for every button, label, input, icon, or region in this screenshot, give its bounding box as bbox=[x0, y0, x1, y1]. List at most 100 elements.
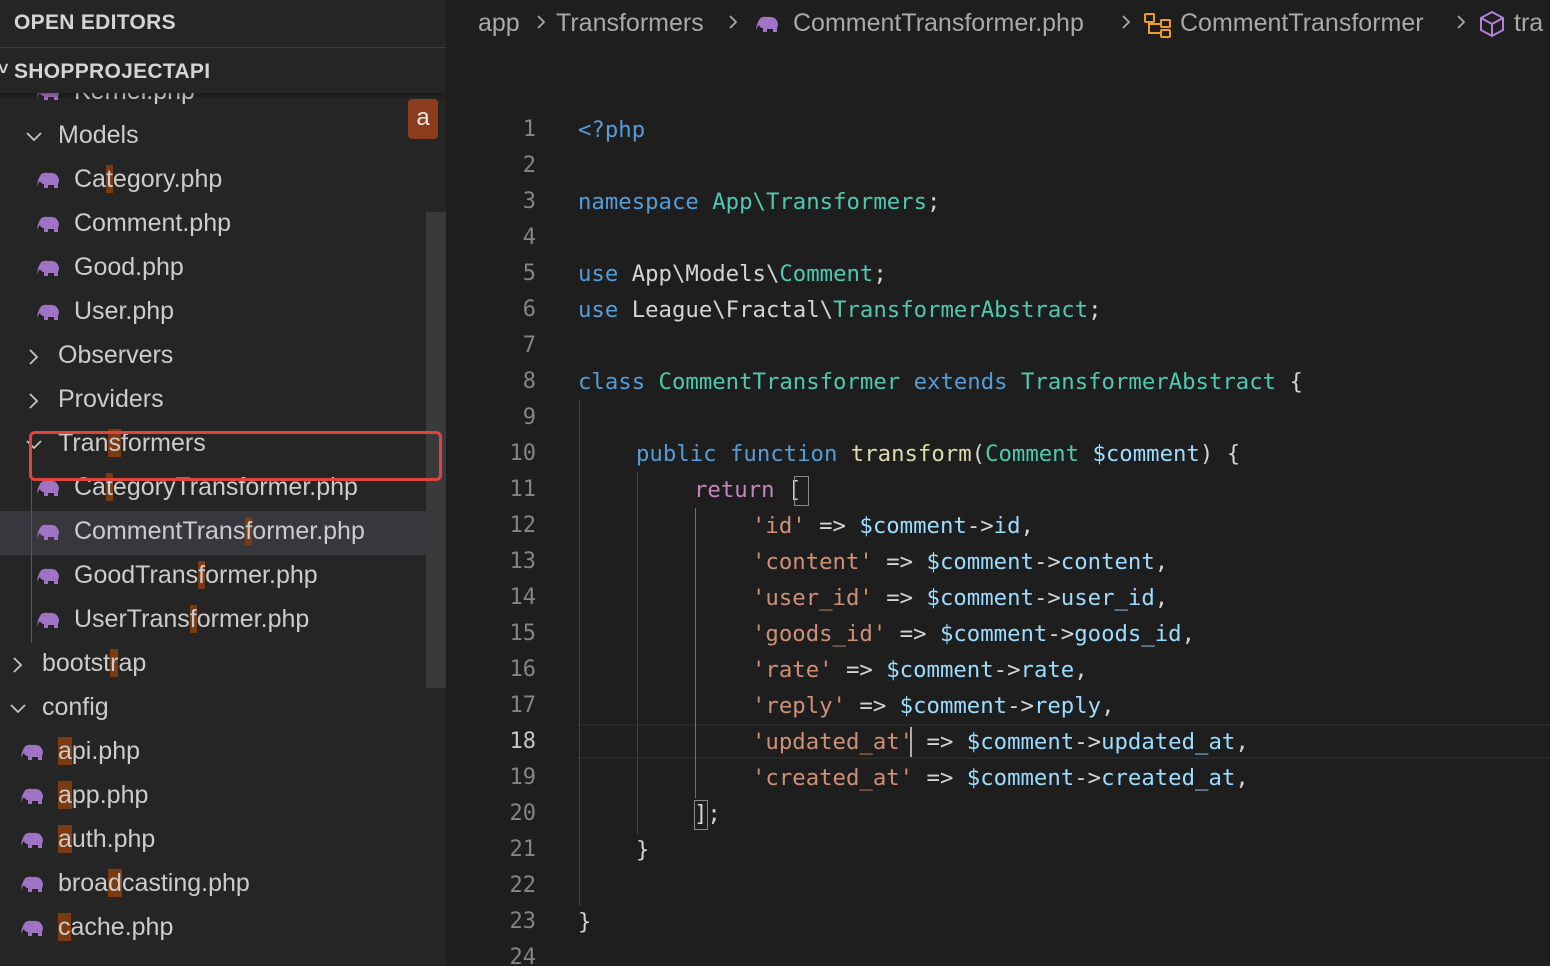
line-number: 14 bbox=[509, 585, 537, 610]
breadcrumb-item-file[interactable]: CommentTransformer.php bbox=[793, 9, 1084, 38]
tree-file-row[interactable]: CategoryTransformer.php bbox=[0, 467, 446, 511]
jump-hint-mark: a bbox=[58, 781, 72, 809]
jump-hint-mark: c bbox=[58, 913, 71, 941]
tree-item-label: cache.php bbox=[58, 913, 174, 941]
tree-item-label: Providers bbox=[58, 385, 164, 413]
tree-item-label: Comment.php bbox=[74, 209, 232, 237]
tree-item-label: UserTransformer.php bbox=[74, 605, 310, 633]
breadcrumb-item-class[interactable]: CommentTransformer bbox=[1180, 9, 1424, 38]
chevron-right-icon bbox=[729, 15, 738, 29]
chevron-right-icon bbox=[1457, 15, 1466, 29]
code-editor[interactable]: app Transformers CommentTransformer.php … bbox=[446, 0, 1550, 966]
tree-folder-row[interactable]: Models bbox=[0, 115, 446, 159]
tree-file-row[interactable]: broadcasting.php bbox=[0, 863, 446, 907]
code-line-6: use League\Fractal\TransformerAbstract; bbox=[578, 297, 1102, 323]
tree-file-row[interactable]: auth.php bbox=[0, 819, 446, 863]
tree-file-row[interactable]: Comment.php bbox=[0, 203, 446, 247]
breadcrumb: app Transformers CommentTransformer.php … bbox=[446, 0, 1550, 50]
php-elephant-icon bbox=[37, 304, 59, 320]
tree-folder-row[interactable]: Providers bbox=[0, 379, 446, 423]
chevron-right-icon bbox=[537, 15, 546, 29]
code-line-3: namespace App\Transformers; bbox=[578, 189, 941, 215]
code-line-10: public function transform(Comment $comme… bbox=[636, 441, 1241, 467]
tree-item-label: User.php bbox=[74, 297, 175, 325]
text-cursor bbox=[910, 727, 912, 757]
indent-guide bbox=[695, 508, 696, 798]
project-section-header[interactable]: ˅ SHOPPROJECTAPI bbox=[0, 47, 446, 99]
tree-file-row[interactable]: GoodTransformer.php bbox=[0, 555, 446, 599]
tree-file-row[interactable]: Good.php bbox=[0, 247, 446, 291]
php-elephant-icon bbox=[37, 568, 59, 584]
line-number: 18 bbox=[509, 729, 537, 754]
jump-hint-mark: s bbox=[108, 429, 121, 457]
chevron-right-icon bbox=[1122, 15, 1131, 29]
jump-hint-mark: t bbox=[105, 473, 113, 501]
code-line-17: 'reply' => $comment->reply, bbox=[752, 693, 1115, 719]
tree-folder-row[interactable]: Observers bbox=[0, 335, 446, 379]
bracket-match-close bbox=[694, 800, 708, 830]
cube-icon bbox=[1480, 10, 1504, 38]
line-number: 6 bbox=[522, 297, 536, 322]
code-line-12: 'id' => $comment->id, bbox=[752, 513, 1034, 539]
line-number: 20 bbox=[509, 801, 537, 826]
tree-file-row[interactable]: UserTransformer.php bbox=[0, 599, 446, 643]
php-elephant-icon bbox=[21, 788, 43, 804]
tree-item-label: Models bbox=[58, 121, 139, 149]
jump-hint-mark: t bbox=[105, 165, 113, 193]
php-elephant-icon bbox=[37, 480, 59, 496]
php-elephant-icon bbox=[21, 832, 43, 848]
tree-item-label: Category.php bbox=[74, 165, 223, 193]
php-elephant-icon bbox=[37, 524, 59, 540]
line-number: 1 bbox=[522, 117, 536, 142]
code-line-5: use App\Models\Comment; bbox=[578, 261, 887, 287]
tree-file-row[interactable]: cache.php bbox=[0, 907, 446, 951]
code-line-15: 'goods_id' => $comment->goods_id, bbox=[752, 621, 1196, 647]
line-number: 19 bbox=[509, 765, 537, 790]
chevron-down-icon bbox=[26, 132, 42, 142]
line-number: 12 bbox=[509, 513, 537, 538]
breadcrumb-item-method[interactable]: tra bbox=[1514, 9, 1543, 38]
tree-file-row[interactable]: CommentTransformer.php bbox=[0, 511, 446, 555]
tree-folder-row[interactable]: config bbox=[0, 687, 446, 731]
indent-guide bbox=[637, 472, 638, 834]
jump-hint-mark: a bbox=[58, 737, 72, 765]
line-number: 4 bbox=[522, 225, 536, 250]
line-number: 23 bbox=[509, 909, 537, 934]
php-elephant-icon bbox=[37, 612, 59, 628]
breadcrumb-item-app[interactable]: app bbox=[478, 9, 520, 38]
tree-item-label: auth.php bbox=[58, 825, 156, 853]
open-editors-section-header[interactable]: OPEN EDITORS bbox=[0, 0, 446, 46]
line-number: 21 bbox=[509, 837, 537, 862]
sidebar-scrollbar-thumb[interactable] bbox=[426, 212, 446, 688]
tree-item-label: Good.php bbox=[74, 253, 184, 281]
code-line-16: 'rate' => $comment->rate, bbox=[752, 657, 1088, 683]
php-elephant-icon bbox=[21, 876, 43, 892]
code-line-13: 'content' => $comment->content, bbox=[752, 549, 1169, 575]
php-elephant-icon bbox=[37, 216, 59, 232]
line-number: 11 bbox=[509, 477, 537, 502]
jump-hint-mark: a bbox=[58, 825, 72, 853]
php-elephant-icon bbox=[21, 920, 43, 936]
tree-file-row[interactable]: Category.php bbox=[0, 159, 446, 203]
breadcrumb-item-transformers[interactable]: Transformers bbox=[556, 9, 704, 38]
open-editors-label: OPEN EDITORS bbox=[14, 11, 176, 34]
tree-item-label: CommentTransformer.php bbox=[74, 517, 365, 545]
tree-item-label: Transformers bbox=[58, 429, 206, 457]
jump-hint-mark: f bbox=[245, 517, 253, 545]
tree-folder-row[interactable]: Transformers bbox=[0, 423, 446, 467]
code-line-21: } bbox=[636, 837, 650, 863]
code-line-23: } bbox=[578, 909, 592, 935]
line-number: 15 bbox=[509, 621, 537, 646]
line-number: 16 bbox=[509, 657, 537, 682]
jump-hint-mark: f bbox=[198, 561, 206, 589]
tree-file-row[interactable]: app.php bbox=[0, 775, 446, 819]
line-number: 8 bbox=[522, 369, 536, 394]
tree-item-label: broadcasting.php bbox=[58, 869, 250, 897]
code-line-19: 'created_at' => $comment->created_at, bbox=[752, 765, 1249, 791]
line-number: 24 bbox=[509, 945, 537, 966]
explorer-sidebar: OPEN EDITORS ˅ SHOPPROJECTAPI Kernel.php… bbox=[0, 0, 446, 966]
tree-file-row[interactable]: api.php bbox=[0, 731, 446, 775]
jump-hint-mark: r bbox=[110, 649, 119, 677]
tree-folder-row[interactable]: bootstrap bbox=[0, 643, 446, 687]
tree-file-row[interactable]: User.php bbox=[0, 291, 446, 335]
